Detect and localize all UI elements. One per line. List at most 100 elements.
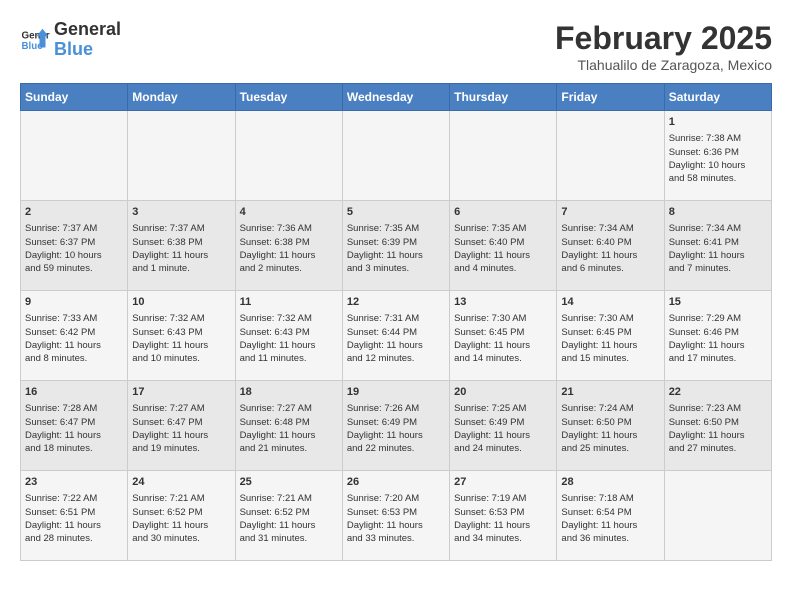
day-number: 11: [240, 295, 338, 310]
header-day-sunday: Sunday: [21, 84, 128, 111]
header-day-saturday: Saturday: [664, 84, 771, 111]
day-number: 17: [132, 385, 230, 400]
day-info: Sunrise: 7:32 AM Sunset: 6:43 PM Dayligh…: [240, 312, 338, 365]
header-day-tuesday: Tuesday: [235, 84, 342, 111]
header-day-wednesday: Wednesday: [342, 84, 449, 111]
day-number: 27: [454, 475, 552, 490]
day-number: 26: [347, 475, 445, 490]
day-cell: [21, 111, 128, 201]
day-number: 24: [132, 475, 230, 490]
calendar-table: SundayMondayTuesdayWednesdayThursdayFrid…: [20, 83, 772, 561]
day-info: Sunrise: 7:34 AM Sunset: 6:41 PM Dayligh…: [669, 222, 767, 275]
day-cell: 22 Sunrise: 7:23 AM Sunset: 6:50 PM Dayli…: [664, 381, 771, 471]
logo: General Blue General Blue: [20, 20, 121, 60]
day-cell: [342, 111, 449, 201]
day-cell: 18Sunrise: 7:27 AM Sunset: 6:48 PM Dayli…: [235, 381, 342, 471]
day-cell: 15 Sunrise: 7:29 AM Sunset: 6:46 PM Dayli…: [664, 291, 771, 381]
day-info: Sunrise: 7:30 AM Sunset: 6:45 PM Dayligh…: [454, 312, 552, 365]
day-cell: 20Sunrise: 7:25 AM Sunset: 6:49 PM Dayli…: [450, 381, 557, 471]
day-info: Sunrise: 7:31 AM Sunset: 6:44 PM Dayligh…: [347, 312, 445, 365]
day-cell: [235, 111, 342, 201]
day-number: 28: [561, 475, 659, 490]
day-cell: 11 Sunrise: 7:32 AM Sunset: 6:43 PM Dayli…: [235, 291, 342, 381]
day-number: 25: [240, 475, 338, 490]
day-number: 6: [454, 205, 552, 220]
day-cell: 16 Sunrise: 7:28 AM Sunset: 6:47 PM Dayli…: [21, 381, 128, 471]
header-day-monday: Monday: [128, 84, 235, 111]
day-cell: 1 Sunrise: 7:38 AM Sunset: 6:36 PM Daylig…: [664, 111, 771, 201]
day-info: Sunrise: 7:33 AM Sunset: 6:42 PM Dayligh…: [25, 312, 123, 365]
day-info: Sunrise: 7:27 AM Sunset: 6:48 PM Dayligh…: [240, 402, 338, 455]
day-number: 22: [669, 385, 767, 400]
day-cell: 7 Sunrise: 7:34 AM Sunset: 6:40 PM Daylig…: [557, 201, 664, 291]
day-number: 16: [25, 385, 123, 400]
week-row-2: 2Sunrise: 7:37 AM Sunset: 6:37 PM Daylig…: [21, 201, 772, 291]
day-number: 12: [347, 295, 445, 310]
day-number: 23: [25, 475, 123, 490]
month-title: February 2025: [555, 20, 772, 57]
day-info: Sunrise: 7:23 AM Sunset: 6:50 PM Dayligh…: [669, 402, 767, 455]
day-cell: 5 Sunrise: 7:35 AM Sunset: 6:39 PM Daylig…: [342, 201, 449, 291]
week-row-1: 1 Sunrise: 7:38 AM Sunset: 6:36 PM Daylig…: [21, 111, 772, 201]
logo-icon: General Blue: [20, 25, 50, 55]
day-cell: [664, 471, 771, 561]
day-info: Sunrise: 7:34 AM Sunset: 6:40 PM Dayligh…: [561, 222, 659, 275]
day-number: 5: [347, 205, 445, 220]
day-number: 10: [132, 295, 230, 310]
day-info: Sunrise: 7:26 AM Sunset: 6:49 PM Dayligh…: [347, 402, 445, 455]
day-number: 21: [561, 385, 659, 400]
day-cell: 2Sunrise: 7:37 AM Sunset: 6:37 PM Daylig…: [21, 201, 128, 291]
day-number: 19: [347, 385, 445, 400]
day-info: Sunrise: 7:19 AM Sunset: 6:53 PM Dayligh…: [454, 492, 552, 545]
location-subtitle: Tlahualilo de Zaragoza, Mexico: [555, 57, 772, 73]
day-cell: [450, 111, 557, 201]
day-cell: 17 Sunrise: 7:27 AM Sunset: 6:47 PM Dayli…: [128, 381, 235, 471]
day-cell: 9 Sunrise: 7:33 AM Sunset: 6:42 PM Daylig…: [21, 291, 128, 381]
day-number: 4: [240, 205, 338, 220]
day-cell: 8 Sunrise: 7:34 AM Sunset: 6:41 PM Daylig…: [664, 201, 771, 291]
day-info: Sunrise: 7:29 AM Sunset: 6:46 PM Dayligh…: [669, 312, 767, 365]
day-cell: 6 Sunrise: 7:35 AM Sunset: 6:40 PM Daylig…: [450, 201, 557, 291]
day-number: 13: [454, 295, 552, 310]
day-info: Sunrise: 7:20 AM Sunset: 6:53 PM Dayligh…: [347, 492, 445, 545]
day-cell: 25 Sunrise: 7:21 AM Sunset: 6:52 PM Dayli…: [235, 471, 342, 561]
day-cell: 4 Sunrise: 7:36 AM Sunset: 6:38 PM Daylig…: [235, 201, 342, 291]
day-cell: 21 Sunrise: 7:24 AM Sunset: 6:50 PM Dayli…: [557, 381, 664, 471]
day-cell: [557, 111, 664, 201]
week-row-4: 16 Sunrise: 7:28 AM Sunset: 6:47 PM Dayli…: [21, 381, 772, 471]
calendar-body: 1 Sunrise: 7:38 AM Sunset: 6:36 PM Daylig…: [21, 111, 772, 561]
day-info: Sunrise: 7:36 AM Sunset: 6:38 PM Dayligh…: [240, 222, 338, 275]
day-cell: 28 Sunrise: 7:18 AM Sunset: 6:54 PM Dayli…: [557, 471, 664, 561]
day-info: Sunrise: 7:25 AM Sunset: 6:49 PM Dayligh…: [454, 402, 552, 455]
day-info: Sunrise: 7:38 AM Sunset: 6:36 PM Dayligh…: [669, 132, 767, 185]
day-cell: 19 Sunrise: 7:26 AM Sunset: 6:49 PM Dayli…: [342, 381, 449, 471]
day-info: Sunrise: 7:24 AM Sunset: 6:50 PM Dayligh…: [561, 402, 659, 455]
day-number: 1: [669, 115, 767, 130]
day-info: Sunrise: 7:21 AM Sunset: 6:52 PM Dayligh…: [132, 492, 230, 545]
day-info: Sunrise: 7:22 AM Sunset: 6:51 PM Dayligh…: [25, 492, 123, 545]
day-info: Sunrise: 7:27 AM Sunset: 6:47 PM Dayligh…: [132, 402, 230, 455]
day-number: 15: [669, 295, 767, 310]
day-number: 9: [25, 295, 123, 310]
day-cell: 10Sunrise: 7:32 AM Sunset: 6:43 PM Dayli…: [128, 291, 235, 381]
day-info: Sunrise: 7:28 AM Sunset: 6:47 PM Dayligh…: [25, 402, 123, 455]
day-cell: 24 Sunrise: 7:21 AM Sunset: 6:52 PM Dayli…: [128, 471, 235, 561]
day-cell: 14Sunrise: 7:30 AM Sunset: 6:45 PM Dayli…: [557, 291, 664, 381]
day-info: Sunrise: 7:21 AM Sunset: 6:52 PM Dayligh…: [240, 492, 338, 545]
day-cell: 3 Sunrise: 7:37 AM Sunset: 6:38 PM Daylig…: [128, 201, 235, 291]
day-info: Sunrise: 7:35 AM Sunset: 6:40 PM Dayligh…: [454, 222, 552, 275]
day-cell: 27 Sunrise: 7:19 AM Sunset: 6:53 PM Dayli…: [450, 471, 557, 561]
day-info: Sunrise: 7:37 AM Sunset: 6:38 PM Dayligh…: [132, 222, 230, 275]
title-block: February 2025 Tlahualilo de Zaragoza, Me…: [555, 20, 772, 73]
day-number: 14: [561, 295, 659, 310]
day-cell: [128, 111, 235, 201]
page-header: General Blue General Blue February 2025 …: [20, 20, 772, 73]
day-info: Sunrise: 7:35 AM Sunset: 6:39 PM Dayligh…: [347, 222, 445, 275]
week-row-5: 23 Sunrise: 7:22 AM Sunset: 6:51 PM Dayli…: [21, 471, 772, 561]
day-number: 7: [561, 205, 659, 220]
day-number: 8: [669, 205, 767, 220]
day-cell: 26 Sunrise: 7:20 AM Sunset: 6:53 PM Dayli…: [342, 471, 449, 561]
day-number: 3: [132, 205, 230, 220]
day-info: Sunrise: 7:18 AM Sunset: 6:54 PM Dayligh…: [561, 492, 659, 545]
header-day-friday: Friday: [557, 84, 664, 111]
